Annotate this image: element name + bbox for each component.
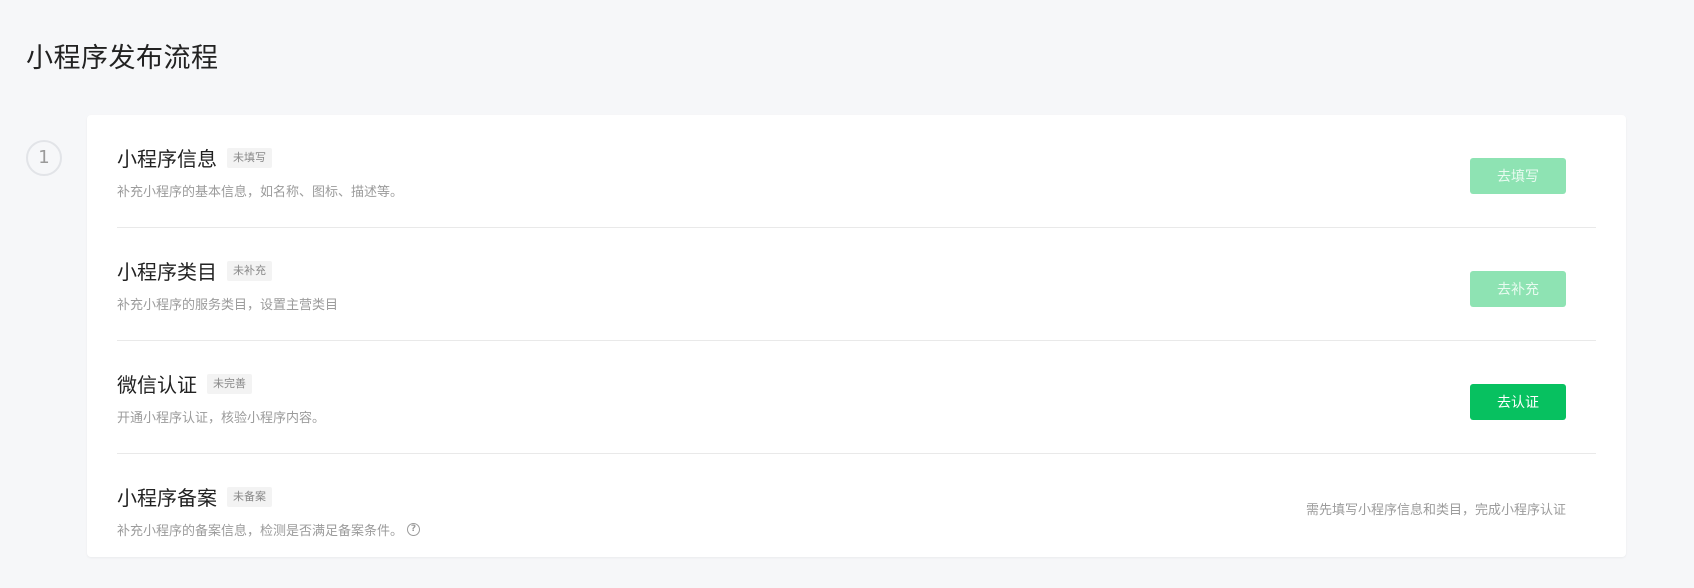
step-title: 小程序备案	[117, 486, 217, 510]
fill-in-button[interactable]: 去填写	[1470, 158, 1566, 194]
step-description: 开通小程序认证，核验小程序内容。	[117, 411, 326, 426]
step-description-container: 补充小程序的备案信息，检测是否满足备案条件。 ?	[117, 520, 421, 539]
step-row-mini-program-info: 小程序信息 未填写 补充小程序的基本信息，如名称、图标、描述等。 去填写	[117, 115, 1596, 228]
supplement-button[interactable]: 去补充	[1470, 271, 1566, 307]
step-row-wechat-verification: 微信认证 未完善 开通小程序认证，核验小程序内容。 去认证	[117, 341, 1596, 454]
step-title: 小程序信息	[117, 147, 217, 171]
step-title-line: 小程序备案 未备案	[117, 482, 272, 511]
step-row-category: 小程序类目 未补充 补充小程序的服务类目，设置主营类目 去补充	[117, 228, 1596, 341]
prerequisite-note: 需先填写小程序信息和类目，完成小程序认证	[1305, 503, 1566, 518]
step-title-line: 小程序类目 未补充	[117, 256, 272, 285]
step-description: 补充小程序的基本信息，如名称、图标、描述等。	[117, 185, 404, 200]
step-description: 补充小程序的服务类目，设置主营类目	[117, 298, 339, 313]
step-row-filing: 小程序备案 未备案 补充小程序的备案信息，检测是否满足备案条件。 ? 需先填写小…	[117, 454, 1596, 567]
step-title-line: 小程序信息 未填写	[117, 143, 272, 172]
status-badge: 未填写	[227, 147, 272, 168]
step-title-line: 微信认证 未完善	[117, 369, 252, 398]
page-title: 小程序发布流程	[26, 43, 219, 74]
step-number-badge: 1	[26, 140, 62, 176]
status-badge: 未补充	[227, 260, 272, 281]
step-description: 补充小程序的备案信息，检测是否满足备案条件。	[117, 524, 404, 539]
step-title: 小程序类目	[117, 260, 217, 284]
status-badge: 未完善	[207, 373, 252, 394]
verify-button[interactable]: 去认证	[1470, 384, 1566, 420]
step-title: 微信认证	[117, 373, 197, 397]
publish-steps-card: 小程序信息 未填写 补充小程序的基本信息，如名称、图标、描述等。 去填写 小程序…	[87, 115, 1626, 557]
question-circle-icon[interactable]: ?	[407, 523, 421, 536]
status-badge: 未备案	[227, 486, 272, 507]
